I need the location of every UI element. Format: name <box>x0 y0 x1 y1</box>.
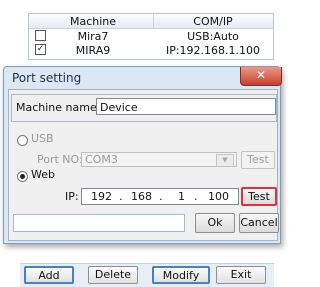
bottom-toolbar: Add Delete Modify Exit <box>20 263 274 287</box>
port-select-value: COM3 <box>85 153 118 166</box>
close-button[interactable]: ✕ <box>240 67 282 86</box>
add-button[interactable]: Add <box>24 266 74 284</box>
web-radio[interactable] <box>17 171 28 182</box>
port-select[interactable]: COM3 ▼ <box>81 152 237 167</box>
column-separator <box>153 14 154 28</box>
table-row[interactable]: Mira7 USB:Auto <box>29 29 273 43</box>
ip-octet[interactable]: 100 <box>208 190 229 203</box>
delete-button[interactable]: Delete <box>88 266 138 284</box>
machine-name-group: Machine name: Device <box>11 94 277 122</box>
usb-label[interactable]: USB <box>31 132 54 145</box>
machine-name-input[interactable]: Device <box>96 98 276 115</box>
row-com-ip: IP:192.168.1.100 <box>165 44 261 57</box>
ip-octet[interactable]: 192 <box>91 190 112 203</box>
dialog-body: Machine name: Device USB Port NO: COM3 ▼… <box>8 89 279 241</box>
web-test-button[interactable]: Test <box>241 187 277 206</box>
ip-dot: . <box>194 190 198 203</box>
usb-radio[interactable] <box>17 135 28 146</box>
column-header-machine[interactable]: Machine <box>33 15 153 28</box>
list-header: Machine COM/IP <box>29 14 273 29</box>
machine-list[interactable]: Machine COM/IP Mira7 USB:Auto ✓ MIRA9 IP… <box>28 13 274 60</box>
row-com-ip: USB:Auto <box>187 30 239 43</box>
row-machine-name: MIRA9 <box>75 44 111 57</box>
modify-button[interactable]: Modify <box>152 266 210 284</box>
status-field <box>13 214 185 232</box>
ip-address-input[interactable]: 192 . 168 . 1 . 100 <box>81 188 239 205</box>
ip-dot: . <box>119 190 123 203</box>
column-header-comip[interactable]: COM/IP <box>155 15 271 28</box>
ip-label: IP: <box>65 190 79 203</box>
exit-button[interactable]: Exit <box>216 266 266 284</box>
port-setting-dialog: Port setting ✕ Machine name: Device USB … <box>3 66 282 244</box>
machine-name-label: Machine name: <box>16 101 101 114</box>
ok-button[interactable]: Ok <box>195 213 235 233</box>
usb-test-button[interactable]: Test <box>241 151 275 169</box>
row-machine-name: Mira7 <box>77 30 109 43</box>
close-icon: ✕ <box>255 68 267 82</box>
port-no-label: Port NO: <box>37 153 83 166</box>
web-label[interactable]: Web <box>31 168 55 181</box>
chevron-down-icon[interactable]: ▼ <box>216 154 234 167</box>
dialog-title: Port setting <box>12 71 82 85</box>
ip-dot: . <box>159 190 163 203</box>
ip-octet[interactable]: 168 <box>131 190 152 203</box>
ip-octet[interactable]: 1 <box>178 190 185 203</box>
table-row[interactable]: ✓ MIRA9 IP:192.168.1.100 <box>29 43 273 57</box>
cancel-button[interactable]: Cancel <box>239 213 279 233</box>
